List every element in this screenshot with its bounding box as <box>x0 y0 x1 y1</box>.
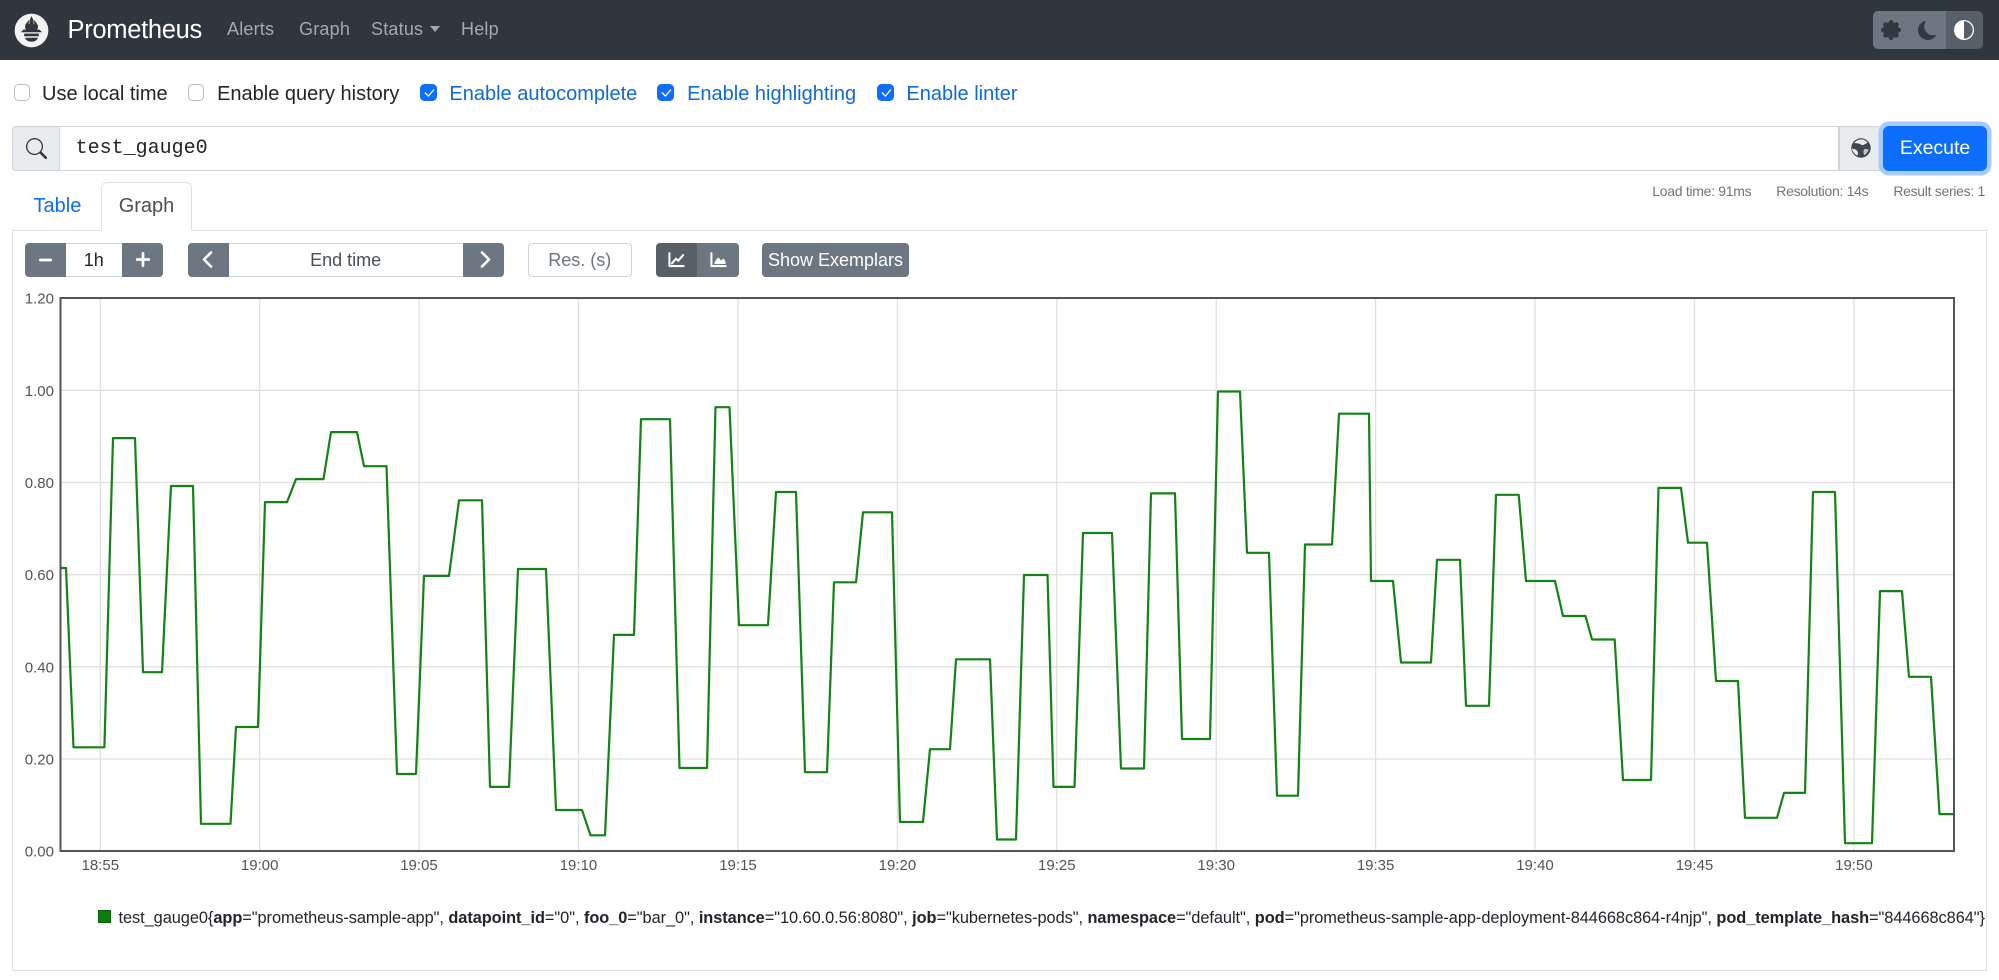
svg-text:19:30: 19:30 <box>1197 857 1235 874</box>
svg-text:0.80: 0.80 <box>25 475 54 492</box>
svg-text:1.20: 1.20 <box>25 291 54 308</box>
svg-text:19:00: 19:00 <box>241 857 279 874</box>
svg-text:19:25: 19:25 <box>1038 857 1076 874</box>
svg-text:0.00: 0.00 <box>25 844 54 861</box>
svg-text:19:05: 19:05 <box>400 857 438 874</box>
svg-text:1.00: 1.00 <box>25 383 54 400</box>
svg-text:19:20: 19:20 <box>879 857 917 874</box>
svg-text:19:35: 19:35 <box>1357 857 1395 874</box>
svg-text:19:45: 19:45 <box>1676 857 1714 874</box>
svg-text:18:55: 18:55 <box>82 857 120 874</box>
svg-text:19:15: 19:15 <box>719 857 757 874</box>
svg-text:0.40: 0.40 <box>25 659 54 676</box>
svg-text:19:10: 19:10 <box>560 857 598 874</box>
svg-text:0.20: 0.20 <box>25 752 54 769</box>
svg-text:19:40: 19:40 <box>1516 857 1554 874</box>
svg-text:19:50: 19:50 <box>1835 857 1873 874</box>
svg-text:0.60: 0.60 <box>25 567 54 584</box>
